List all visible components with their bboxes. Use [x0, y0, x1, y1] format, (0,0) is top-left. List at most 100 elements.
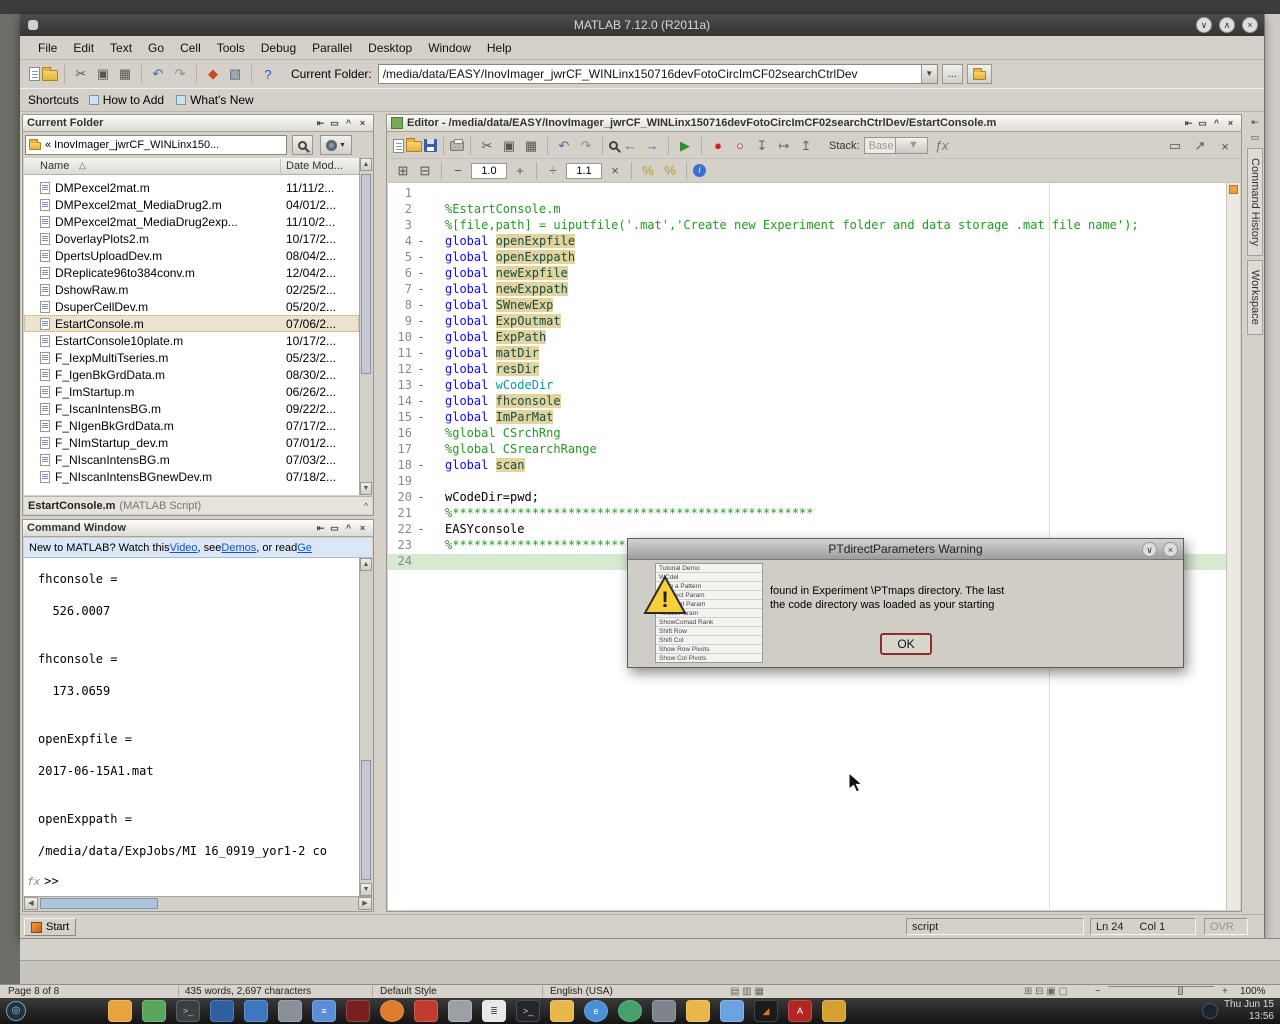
tab-command-history[interactable]: Command History	[1247, 148, 1263, 256]
close-editor-icon[interactable]: ×	[1215, 136, 1235, 156]
cut-icon[interactable]: ✂	[71, 64, 91, 84]
menu-file[interactable]: File	[30, 38, 65, 58]
demos-link[interactable]: Demos	[221, 542, 256, 554]
menu-cell[interactable]: Cell	[172, 38, 209, 58]
code-line[interactable]: 21%*************************************…	[388, 506, 1226, 522]
minimize-icon[interactable]: ▭	[1249, 131, 1262, 144]
app-green-circle-icon[interactable]	[618, 1000, 642, 1022]
app-firefox-icon[interactable]	[380, 1000, 404, 1022]
redo-icon[interactable]: ↷	[576, 136, 596, 156]
app-settings-icon[interactable]	[244, 1000, 268, 1022]
zoom-level[interactable]: 100%	[1240, 986, 1266, 997]
file-row[interactable]: DMPexcel2mat.m11/11/2...	[24, 179, 359, 196]
hscrollbar-thumb[interactable]	[40, 898, 158, 909]
app-misc-icon[interactable]	[822, 1000, 846, 1022]
getting-started-link[interactable]: Ge	[297, 542, 312, 554]
clear-breakpoints-icon[interactable]: ○	[730, 136, 750, 156]
maximize-icon[interactable]: ^	[1210, 117, 1223, 130]
maximize-button[interactable]: ∧	[1219, 17, 1235, 33]
zoom-slider-track[interactable]	[1108, 986, 1214, 987]
evaluate-cell-icon[interactable]: %	[638, 161, 658, 181]
copy-icon[interactable]: ▣	[499, 136, 519, 156]
selection-mode-icons[interactable]: ▤ ▥ ▦	[730, 986, 764, 997]
insert-cell-below-icon[interactable]: ⊟	[415, 161, 435, 181]
code-line[interactable]: 9-global ExpOutmat	[388, 314, 1226, 330]
minimize-icon[interactable]: ▭	[328, 522, 341, 535]
code-line[interactable]: 19	[388, 474, 1226, 490]
file-row[interactable]: DMPexcel2mat_MediaDrug2.m04/01/2...	[24, 196, 359, 213]
warning-indicator-icon[interactable]	[1229, 185, 1238, 194]
ok-button[interactable]: OK	[880, 633, 932, 655]
close-icon[interactable]: ×	[356, 522, 369, 535]
close-icon[interactable]: ×	[1224, 117, 1237, 130]
shade-button[interactable]: ∨	[1196, 17, 1212, 33]
fx-button[interactable]: ƒx	[929, 136, 955, 156]
info-icon[interactable]: i	[693, 164, 706, 177]
dialog-shade-button[interactable]: ∨	[1142, 542, 1157, 557]
app-blue-tool-icon[interactable]	[210, 1000, 234, 1022]
menu-tools[interactable]: Tools	[209, 38, 253, 58]
code-line[interactable]: 6-global newExpfile	[388, 266, 1226, 282]
code-line[interactable]: 20-wCodeDir=pwd;	[388, 490, 1226, 506]
forward-icon[interactable]: →	[642, 136, 662, 156]
file-row[interactable]: DoverlayPlots2.m10/17/2...	[24, 230, 359, 247]
scroll-down-icon[interactable]: ▼	[360, 482, 372, 495]
address-combo[interactable]: « InovImager_jwrCF_WINLinx150...	[25, 135, 287, 155]
editor-layout-button[interactable]: ▭	[1165, 136, 1185, 156]
insert-cell-above-icon[interactable]: ⊞	[393, 161, 413, 181]
search-button[interactable]	[292, 135, 313, 155]
menu-text[interactable]: Text	[102, 38, 140, 58]
scroll-right-icon[interactable]: ▶	[358, 897, 372, 910]
code-line[interactable]: 16%global CSrchRng	[388, 426, 1226, 442]
menu-go[interactable]: Go	[140, 38, 172, 58]
editor-header[interactable]: Editor - /media/data/EASY/InovImager_jwr…	[387, 115, 1241, 132]
start-button[interactable]: Start	[24, 918, 76, 936]
copy-icon[interactable]: ▣	[93, 64, 113, 84]
dock-icon[interactable]: ⇤	[1182, 117, 1195, 130]
app-matlab-icon[interactable]: ◢	[754, 1000, 778, 1022]
right-value-box[interactable]: 1.1	[566, 163, 602, 179]
function-hints-icon[interactable]: fx	[27, 875, 40, 888]
menu-help[interactable]: Help	[479, 38, 520, 58]
app-file-manager-icon[interactable]	[108, 1000, 132, 1022]
code-line[interactable]: 7-global newExppath	[388, 282, 1226, 298]
app-adobe-icon[interactable]: A	[788, 1000, 812, 1022]
browse-folder-button[interactable]: ...	[942, 64, 963, 84]
code-line[interactable]: 12-global resDir	[388, 362, 1226, 378]
code-line[interactable]: 5-global openExppath	[388, 250, 1226, 266]
file-row[interactable]: F_IscanIntensBG.m09/22/2...	[24, 400, 359, 417]
collapse-details-icon[interactable]: ^	[364, 501, 368, 511]
scroll-left-icon[interactable]: ◀	[24, 897, 38, 910]
actions-button[interactable]: ▼	[320, 135, 352, 155]
zoom-in-icon[interactable]: +	[1222, 986, 1228, 997]
tab-workspace[interactable]: Workspace	[1247, 260, 1263, 335]
app-terminal-icon[interactable]: >_	[176, 1000, 200, 1022]
app-document-icon[interactable]: ≣	[482, 1000, 506, 1022]
dock-icon[interactable]: ⇤	[314, 117, 327, 130]
code-line[interactable]: 11-global matDir	[388, 346, 1226, 362]
divide-value-icon[interactable]: ÷	[543, 161, 563, 181]
command-window-hscrollbar[interactable]: ◀ ▶	[24, 896, 372, 910]
paste-icon[interactable]: ▦	[115, 64, 135, 84]
back-icon[interactable]: ←	[620, 136, 640, 156]
code-line[interactable]: 18-global scan	[388, 458, 1226, 474]
file-row[interactable]: EstartConsole.m07/06/2...	[24, 315, 359, 332]
app-mail-icon[interactable]	[720, 1000, 744, 1022]
shortcut-what-s-new[interactable]: What's New	[176, 93, 254, 107]
clock-area[interactable]: Thu Jun 15 13:56	[1202, 999, 1274, 1023]
file-row[interactable]: DReplicate96to384conv.m12/04/2...	[24, 264, 359, 281]
run-icon[interactable]: ▶	[675, 136, 695, 156]
code-line[interactable]: 8-global SWnewExp	[388, 298, 1226, 314]
file-row[interactable]: DshowRaw.m02/25/2...	[24, 281, 359, 298]
file-row[interactable]: F_IexpMultiTseries.m05/23/2...	[24, 349, 359, 366]
app-editor-icon[interactable]	[346, 1000, 370, 1022]
set-breakpoint-icon[interactable]: ●	[708, 136, 728, 156]
file-row[interactable]: DpertsUploadDev.m08/04/2...	[24, 247, 359, 264]
file-details-bar[interactable]: EstartConsole.m (MATLAB Script) ^	[24, 496, 372, 514]
app-browser-icon[interactable]: e	[584, 1000, 608, 1022]
file-row[interactable]: DMPexcel2mat_MediaDrug2exp...11/10/2...	[24, 213, 359, 230]
app-archive-icon[interactable]	[448, 1000, 472, 1022]
code-line[interactable]: 13-global wCodeDir	[388, 378, 1226, 394]
print-icon[interactable]	[450, 141, 464, 151]
page-style[interactable]: Default Style	[380, 986, 437, 997]
